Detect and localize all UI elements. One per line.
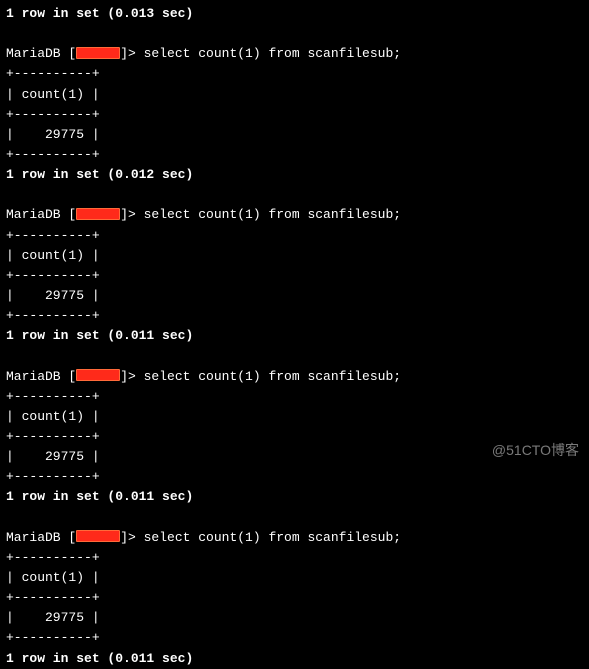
prompt-suffix: ]>: [120, 530, 143, 545]
terminal-output: 1 row in set (0.013 sec) MariaDB []> sel…: [6, 4, 583, 669]
result-summary: 1 row in set (0.012 sec): [6, 165, 583, 185]
table-header: | count(1) |: [6, 246, 583, 266]
table-header: | count(1) |: [6, 85, 583, 105]
blank-line: [6, 508, 583, 528]
summary-prefix: 1 row in set (: [6, 167, 115, 182]
summary-suffix: sec): [154, 328, 193, 343]
db-prompt-line: MariaDB [ ]> select count(1) from scanfil…: [6, 44, 583, 64]
table-row: | 29775 |: [6, 447, 583, 467]
redacted-dbname: [76, 208, 120, 220]
db-prompt-line: MariaDB [ ]> select count(1) from scanfil…: [6, 528, 583, 548]
blank-line: [6, 346, 583, 366]
table-border: +----------+: [6, 467, 583, 487]
query-time: 0.011: [115, 489, 154, 504]
table-border: +----------+: [6, 306, 583, 326]
blank-line: [6, 185, 583, 205]
table-border: +----------+: [6, 226, 583, 246]
table-border: +----------+: [6, 628, 583, 648]
table-row: | 29775 |: [6, 286, 583, 306]
summary-prefix: 1 row in set (: [6, 489, 115, 504]
summary-suffix: sec): [154, 651, 193, 666]
prompt-suffix: ]>: [120, 207, 143, 222]
result-summary: 1 row in set (0.013 sec): [6, 4, 583, 24]
query-time: 0.011: [115, 651, 154, 666]
redacted-dbname: [76, 530, 120, 542]
table-border: +----------+: [6, 588, 583, 608]
table-header: | count(1) |: [6, 568, 583, 588]
table-row: | 29775 |: [6, 608, 583, 628]
table-border: +----------+: [6, 548, 583, 568]
prompt-prefix: MariaDB [: [6, 530, 76, 545]
summary-prefix: 1 row in set (: [6, 328, 115, 343]
query-time: 0.012: [115, 167, 154, 182]
redacted-dbname: [76, 369, 120, 381]
table-border: +----------+: [6, 145, 583, 165]
sql-command: select count(1) from scanfilesub;: [144, 530, 401, 545]
prompt-prefix: MariaDB [: [6, 46, 76, 61]
result-summary: 1 row in set (0.011 sec): [6, 487, 583, 507]
sql-command: select count(1) from scanfilesub;: [144, 46, 401, 61]
prompt-prefix: MariaDB [: [6, 207, 76, 222]
prompt-prefix: MariaDB [: [6, 369, 76, 384]
sql-command: select count(1) from scanfilesub;: [144, 369, 401, 384]
table-border: +----------+: [6, 387, 583, 407]
table-border: +----------+: [6, 105, 583, 125]
prompt-suffix: ]>: [120, 46, 143, 61]
query-time: 0.011: [115, 328, 154, 343]
result-summary: 1 row in set (0.011 sec): [6, 326, 583, 346]
table-header: | count(1) |: [6, 407, 583, 427]
sql-command: select count(1) from scanfilesub;: [144, 207, 401, 222]
result-summary: 1 row in set (0.011 sec): [6, 649, 583, 669]
summary-suffix: sec): [154, 167, 193, 182]
table-border: +----------+: [6, 427, 583, 447]
summary-suffix: sec): [154, 489, 193, 504]
table-row: | 29775 |: [6, 125, 583, 145]
blank-line: [6, 24, 583, 44]
summary-prefix: 1 row in set (: [6, 651, 115, 666]
table-border: +----------+: [6, 64, 583, 84]
prompt-suffix: ]>: [120, 369, 143, 384]
summary-suffix: sec): [154, 6, 193, 21]
query-time: 0.013: [115, 6, 154, 21]
db-prompt-line: MariaDB [ ]> select count(1) from scanfil…: [6, 367, 583, 387]
summary-prefix: 1 row in set (: [6, 6, 115, 21]
table-border: +----------+: [6, 266, 583, 286]
redacted-dbname: [76, 47, 120, 59]
db-prompt-line: MariaDB [ ]> select count(1) from scanfil…: [6, 205, 583, 225]
